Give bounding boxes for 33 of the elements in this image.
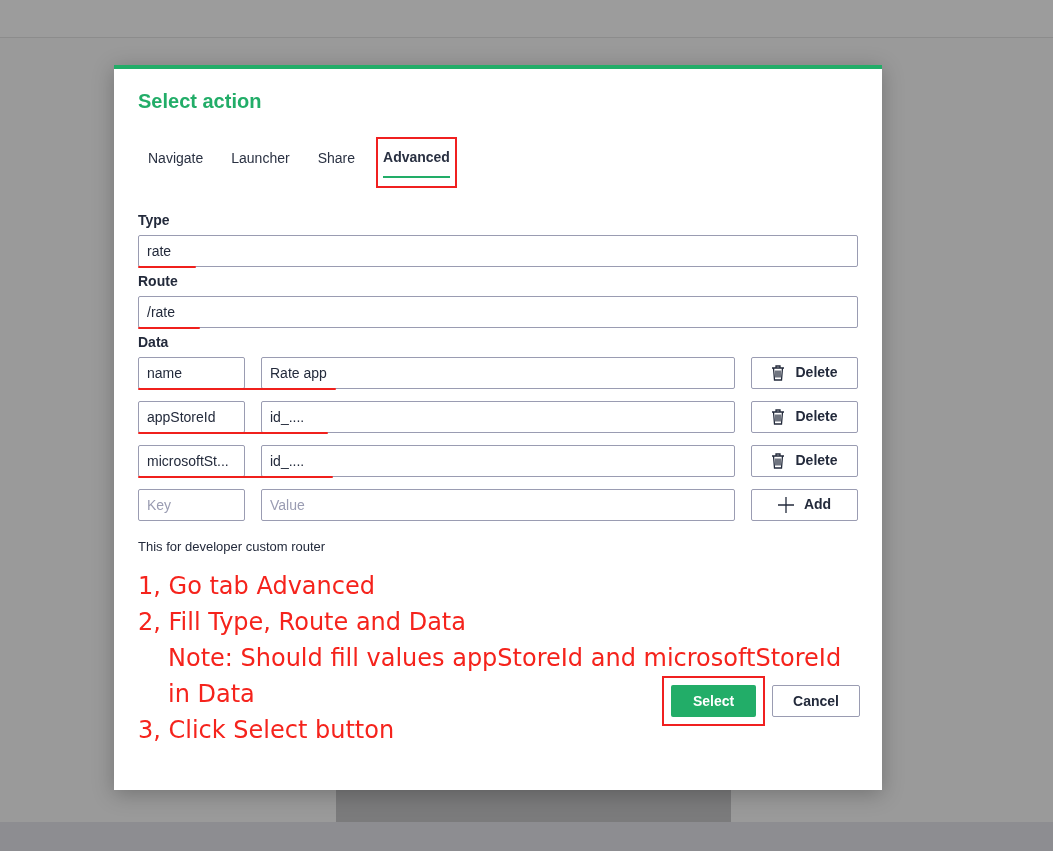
add-button[interactable]: Add: [751, 488, 858, 521]
value-field[interactable]: Rate app: [261, 356, 735, 389]
field-label: Route: [138, 271, 179, 291]
delete-button[interactable]: Delete: [751, 400, 858, 433]
field-label: Data: [138, 332, 170, 352]
delete-button[interactable]: Delete: [751, 444, 858, 477]
instruction-text: 1, Go tab Advanced: [138, 571, 376, 603]
value-field[interactable]: Value: [261, 488, 735, 521]
field-label: Type: [138, 210, 171, 230]
cancel-button[interactable]: Cancel: [772, 685, 860, 717]
key-field[interactable]: Key: [138, 488, 245, 521]
key-field[interactable]: appStoreId: [138, 400, 245, 433]
delete-button[interactable]: Delete: [751, 356, 858, 389]
trash-icon: [771, 364, 786, 381]
tab[interactable]: Launcher: [231, 143, 290, 178]
instruction-note: in Data: [168, 679, 255, 711]
dialog-title: Select action: [138, 89, 263, 113]
key-field[interactable]: microsoftSt...: [138, 444, 245, 477]
text-field[interactable]: rate: [138, 234, 858, 267]
tab[interactable]: Share: [317, 143, 355, 178]
instruction-text: 2, Fill Type, Route and Data: [138, 607, 467, 639]
trash-icon: [771, 452, 786, 469]
value-field[interactable]: id_....: [261, 444, 735, 477]
key-field[interactable]: name: [138, 356, 245, 389]
helper-text: This for developer custom router: [138, 537, 327, 556]
plus-icon: [777, 496, 794, 513]
trash-icon: [771, 408, 786, 425]
value-field[interactable]: id_....: [261, 400, 735, 433]
instruction-text: 3, Click Select button: [138, 715, 396, 747]
tab[interactable]: Advanced: [383, 143, 450, 178]
text-field[interactable]: /rate: [138, 295, 858, 328]
tab[interactable]: Navigate: [148, 143, 204, 178]
instruction-note: Note: Should fill values appStoreId and microsoftStoreId: [168, 643, 842, 675]
